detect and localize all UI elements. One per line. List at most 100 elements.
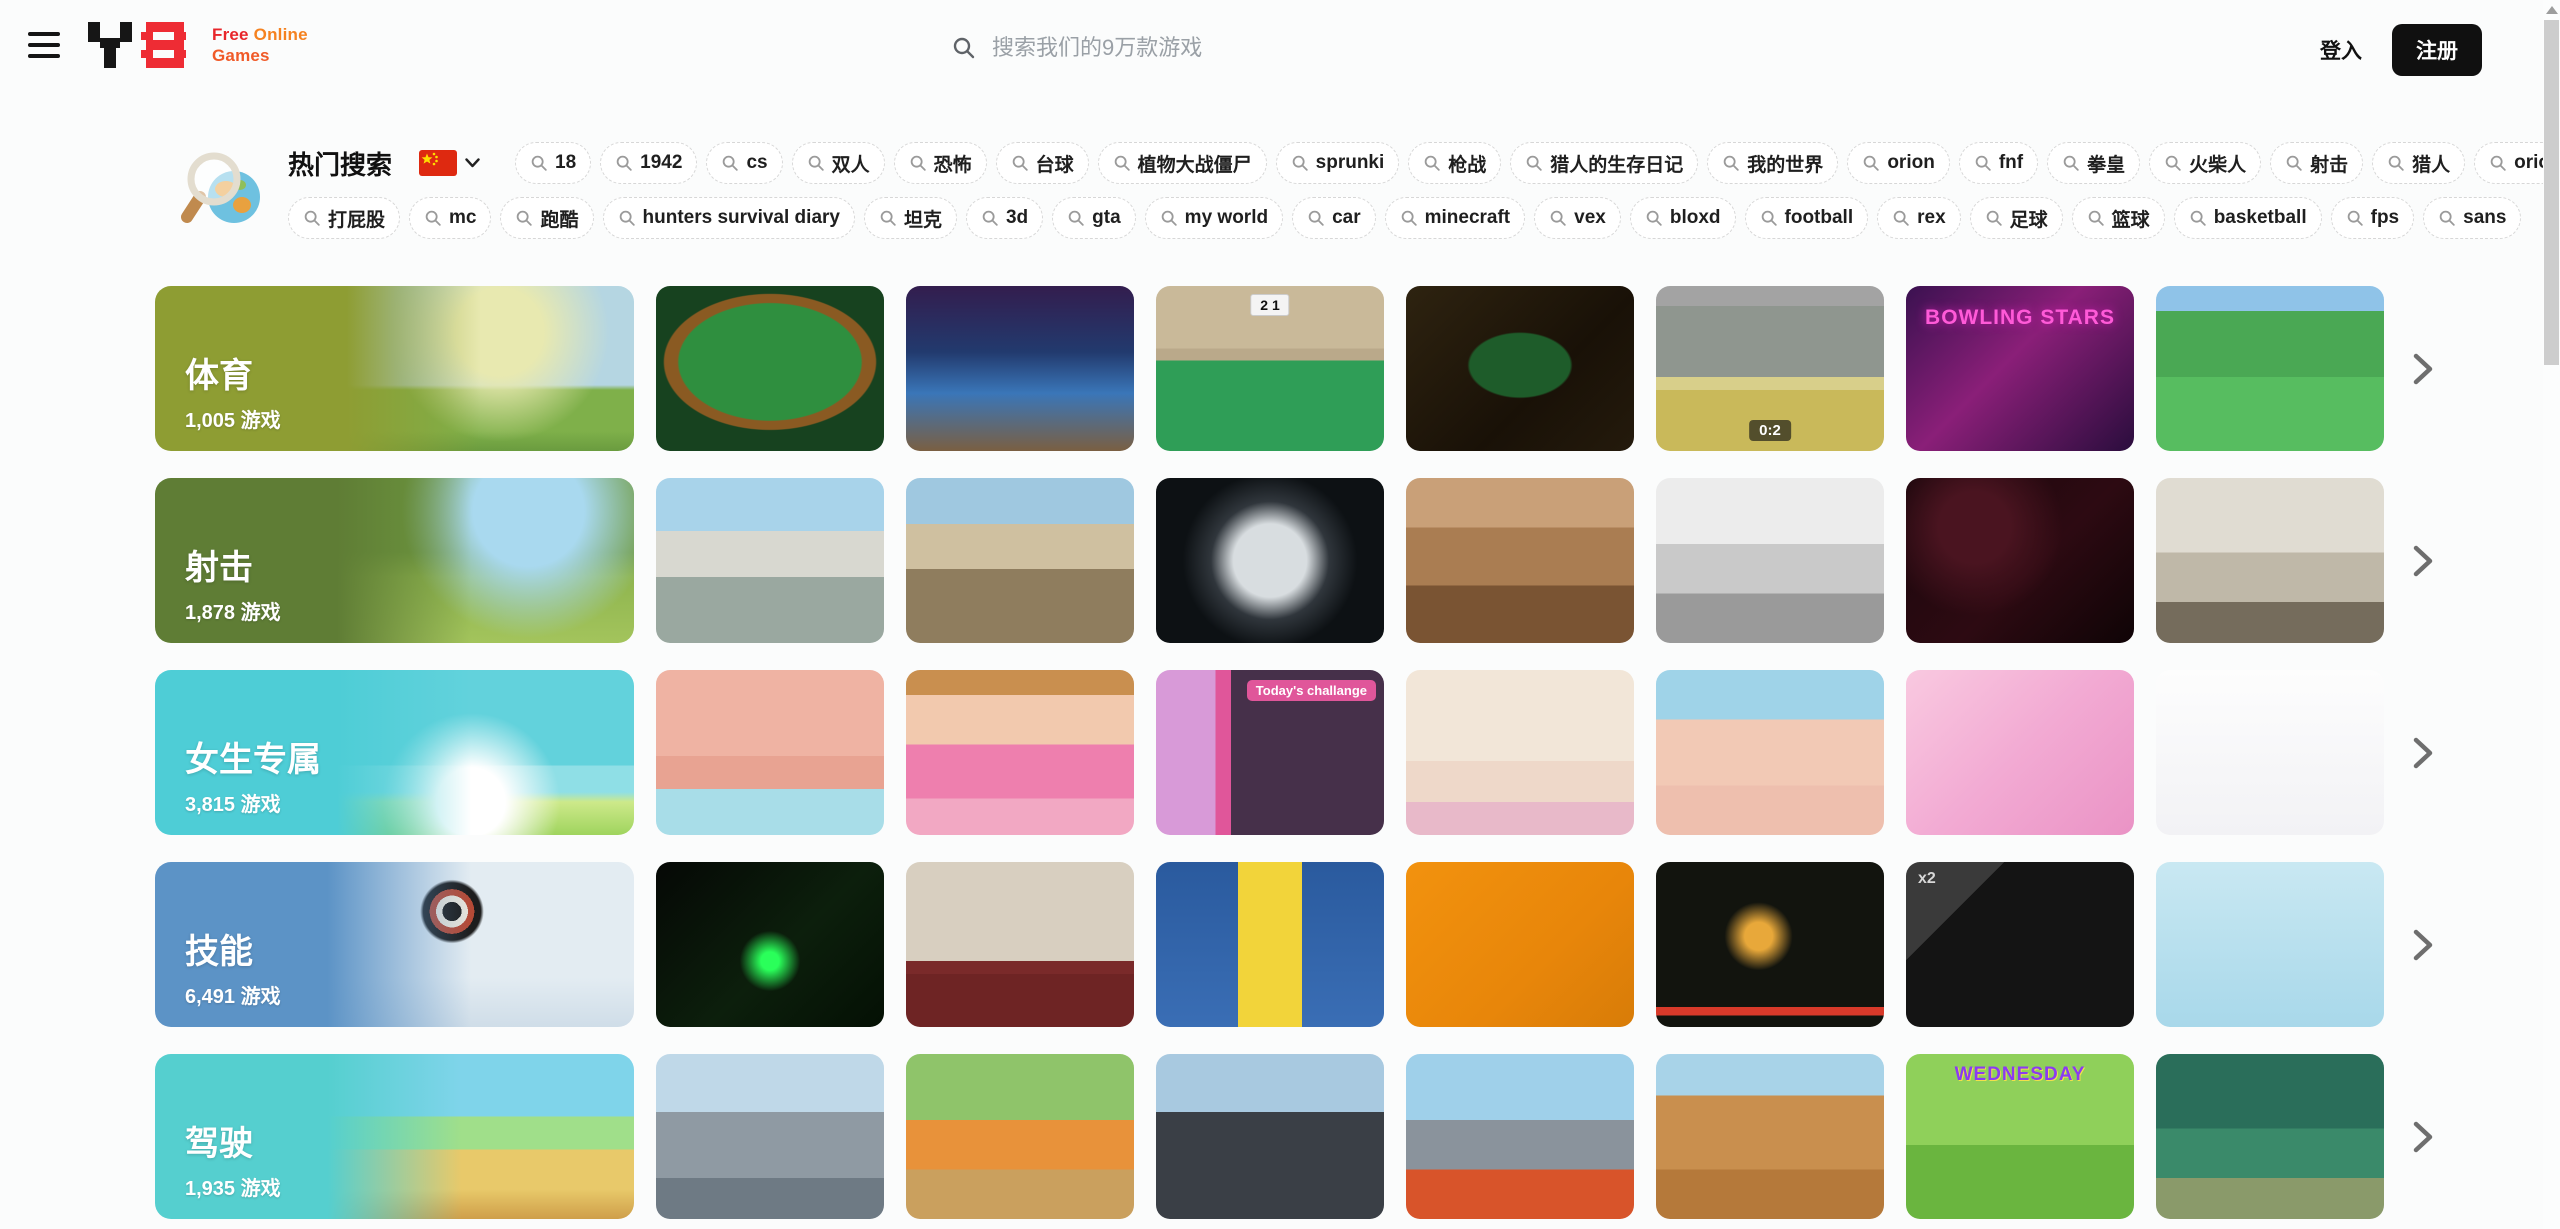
search-tag-pill[interactable]: 植物大战僵尸 bbox=[1098, 142, 1267, 184]
search-tag-pill[interactable]: my world bbox=[1145, 197, 1283, 239]
game-thumbnail[interactable]: Today's challange bbox=[1156, 670, 1384, 835]
category-banner[interactable]: 射击1,878 游戏 bbox=[155, 478, 634, 643]
search-tag-pill[interactable]: minecraft bbox=[1385, 197, 1526, 239]
search-tag-pill[interactable]: 恐怖 bbox=[894, 142, 987, 184]
search-tag-pill[interactable]: football bbox=[1745, 197, 1869, 239]
game-thumbnail[interactable] bbox=[2156, 1054, 2384, 1219]
language-flag-select[interactable] bbox=[419, 150, 480, 176]
game-thumbnail[interactable] bbox=[1406, 862, 1634, 1027]
game-thumbnail[interactable] bbox=[906, 478, 1134, 643]
search-tag-pill[interactable]: basketball bbox=[2174, 197, 2322, 239]
game-thumbnail[interactable] bbox=[1906, 670, 2134, 835]
game-thumbnail[interactable] bbox=[906, 670, 1134, 835]
scrollbar-thumb[interactable] bbox=[2544, 20, 2559, 365]
game-thumbnail[interactable] bbox=[656, 862, 884, 1027]
search-input[interactable] bbox=[992, 35, 1512, 61]
search-tag-pill[interactable]: fps bbox=[2331, 197, 2415, 239]
game-thumbnail[interactable] bbox=[1656, 862, 1884, 1027]
search-tag-pill[interactable]: 1942 bbox=[600, 142, 697, 184]
search-tag-pill[interactable]: 猎人的生存日记 bbox=[1510, 142, 1698, 184]
game-thumbnail[interactable] bbox=[1656, 1054, 1884, 1219]
search-tag-pill[interactable]: 猎人 bbox=[2372, 142, 2465, 184]
search-tag-pill[interactable]: cs bbox=[706, 142, 782, 184]
game-thumbnail[interactable] bbox=[656, 1054, 884, 1219]
search-tag-pill[interactable]: 火柴人 bbox=[2149, 142, 2261, 184]
game-thumbnail[interactable]: WEDNESDAY bbox=[1906, 1054, 2134, 1219]
search-tag-pill[interactable]: 台球 bbox=[996, 142, 1089, 184]
game-thumbnail[interactable] bbox=[1406, 1054, 1634, 1219]
search-tag-pill[interactable]: sprunki bbox=[1276, 142, 1400, 184]
search-tag-label: 1942 bbox=[640, 152, 682, 174]
search-tag-pill[interactable]: hunters survival diary bbox=[603, 197, 855, 239]
search-tag-label: cs bbox=[746, 152, 767, 174]
next-arrow-button[interactable] bbox=[2406, 1120, 2434, 1154]
search-tag-pill[interactable]: 双人 bbox=[792, 142, 885, 184]
game-thumbnail[interactable] bbox=[1156, 1054, 1384, 1219]
category-banner[interactable]: 驾驶1,935 游戏 bbox=[155, 1054, 634, 1219]
game-thumbnail[interactable] bbox=[1906, 478, 2134, 643]
game-thumbnail[interactable]: 0:2 bbox=[1656, 286, 1884, 451]
search-tag-pill[interactable]: orion bbox=[1847, 142, 1950, 184]
game-thumbnail[interactable] bbox=[2156, 478, 2384, 643]
next-arrow-button[interactable] bbox=[2406, 352, 2434, 386]
category-banner[interactable]: 技能6,491 游戏 bbox=[155, 862, 634, 1027]
game-thumbnail[interactable] bbox=[2156, 286, 2384, 451]
search-tag-pill[interactable]: bloxd bbox=[1630, 197, 1736, 239]
next-arrow-button[interactable] bbox=[2406, 928, 2434, 962]
next-arrow-button[interactable] bbox=[2406, 544, 2434, 578]
search-tag-pill[interactable]: 打屁股 bbox=[288, 197, 400, 239]
search-tag-label: orion bbox=[1887, 152, 1935, 174]
search-tag-pill[interactable]: sans bbox=[2423, 197, 2521, 239]
search-tag-pill[interactable]: 跑酷 bbox=[500, 197, 593, 239]
search-tag-pill[interactable]: gta bbox=[1052, 197, 1136, 239]
y8-logo[interactable] bbox=[88, 22, 186, 68]
game-thumbnail[interactable] bbox=[1406, 670, 1634, 835]
game-thumbnail[interactable] bbox=[906, 862, 1134, 1027]
game-thumbnail[interactable] bbox=[906, 286, 1134, 451]
search-tag-pill[interactable]: 足球 bbox=[1970, 197, 2063, 239]
search-icon bbox=[618, 209, 636, 227]
game-thumbnail[interactable] bbox=[1656, 670, 1884, 835]
menu-icon[interactable] bbox=[28, 30, 62, 60]
signup-button[interactable]: 注册 bbox=[2392, 24, 2482, 76]
category-row: 体育1,005 游戏 2 1 0:2BOWLING STARS bbox=[155, 286, 2434, 451]
scroll-up-arrow-icon[interactable] bbox=[2546, 6, 2558, 14]
search-tag-pill[interactable]: 我的世界 bbox=[1707, 142, 1838, 184]
game-thumbnail[interactable] bbox=[1406, 286, 1634, 451]
login-link[interactable]: 登入 bbox=[2320, 35, 2362, 65]
search-icon bbox=[1423, 154, 1441, 172]
game-thumbnail[interactable]: 2 1 bbox=[1156, 286, 1384, 451]
game-thumbnail[interactable] bbox=[656, 286, 884, 451]
search-tag-pill[interactable]: 拳皇 bbox=[2047, 142, 2140, 184]
search-tag-pill[interactable]: 篮球 bbox=[2072, 197, 2165, 239]
scrollbar[interactable] bbox=[2543, 0, 2560, 1229]
search-tag-pill[interactable]: car bbox=[1292, 197, 1376, 239]
search-tag-pill[interactable]: 坦克 bbox=[864, 197, 957, 239]
search-tag-pill[interactable]: vex bbox=[1534, 197, 1621, 239]
game-thumbnail[interactable]: x2 bbox=[1906, 862, 2134, 1027]
search-tag-pill[interactable]: 射击 bbox=[2270, 142, 2363, 184]
game-thumbnail[interactable] bbox=[656, 478, 884, 643]
chevron-down-icon bbox=[465, 158, 480, 168]
search-tag-pill[interactable]: 18 bbox=[515, 142, 591, 184]
game-thumbnail[interactable] bbox=[2156, 862, 2384, 1027]
search-icon bbox=[615, 154, 633, 172]
game-thumbnail[interactable] bbox=[1156, 862, 1384, 1027]
game-thumbnail[interactable] bbox=[1656, 478, 1884, 643]
search-icon bbox=[1307, 209, 1325, 227]
game-thumbnail[interactable] bbox=[1156, 478, 1384, 643]
next-arrow-button[interactable] bbox=[2406, 736, 2434, 770]
search-tag-pill[interactable]: 枪战 bbox=[1408, 142, 1501, 184]
search-tag-pill[interactable]: 3d bbox=[966, 197, 1043, 239]
game-thumbnail[interactable]: BOWLING STARS bbox=[1906, 286, 2134, 451]
category-banner[interactable]: 体育1,005 游戏 bbox=[155, 286, 634, 451]
category-banner[interactable]: 女生专属3,815 游戏 bbox=[155, 670, 634, 835]
search-tag-pill[interactable]: fnf bbox=[1959, 142, 2038, 184]
game-thumbnail[interactable] bbox=[906, 1054, 1134, 1219]
search-tag-pill[interactable]: orion sandbox bbox=[2474, 142, 2546, 184]
game-thumbnail[interactable] bbox=[656, 670, 884, 835]
search-tag-pill[interactable]: rex bbox=[1877, 197, 1961, 239]
search-tag-pill[interactable]: mc bbox=[409, 197, 491, 239]
game-thumbnail[interactable] bbox=[2156, 670, 2384, 835]
game-thumbnail[interactable] bbox=[1406, 478, 1634, 643]
